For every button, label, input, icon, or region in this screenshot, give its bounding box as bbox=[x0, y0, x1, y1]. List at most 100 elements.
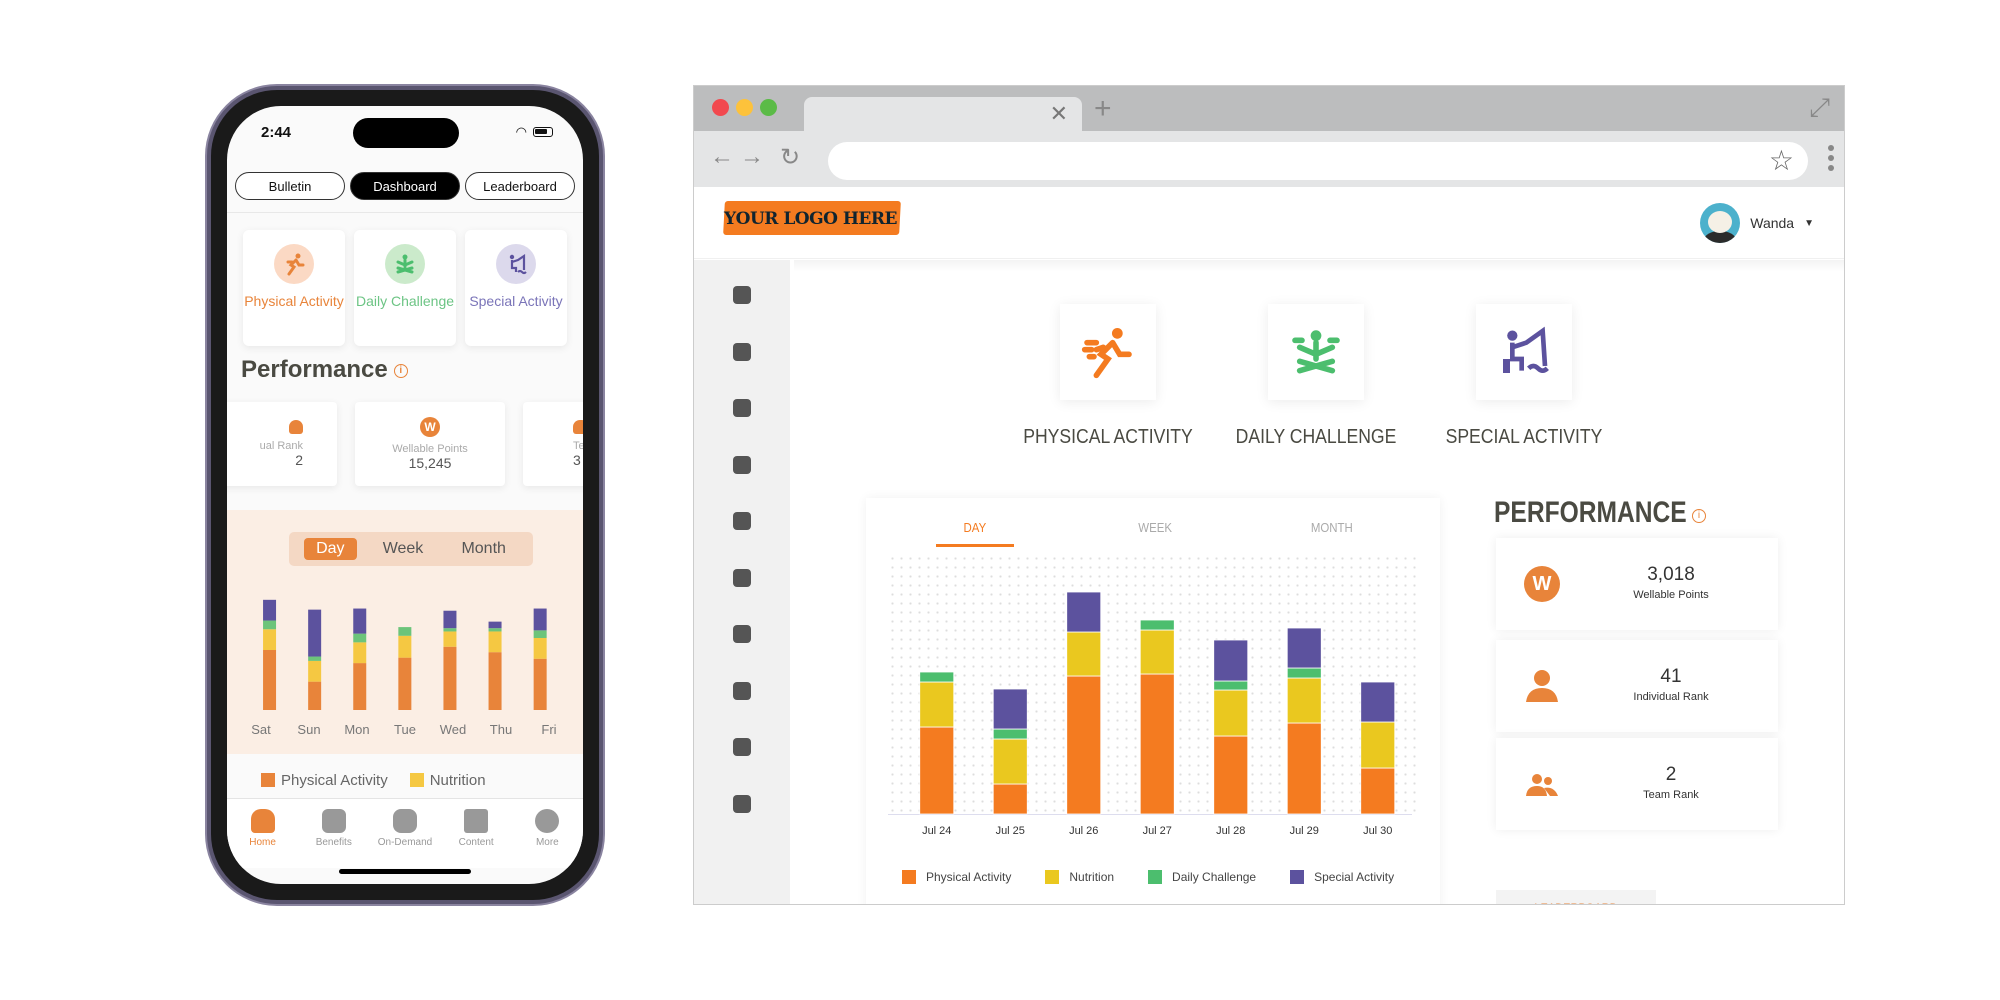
reload-icon[interactable]: ↻ bbox=[780, 143, 800, 172]
legend-swatch bbox=[261, 773, 275, 787]
home-indicator bbox=[339, 869, 471, 874]
browser-menu-icon[interactable] bbox=[1828, 145, 1834, 171]
play-icon[interactable] bbox=[733, 625, 751, 643]
bar-special-activity-jul-26 bbox=[1066, 591, 1102, 633]
fullscreen-icon[interactable]: ⤢ bbox=[1809, 92, 1830, 124]
legend-special-activity: Special Activity bbox=[1290, 870, 1394, 884]
bar-daily-challenge-thu bbox=[488, 628, 502, 632]
tab-on-demand[interactable]: On-Demand bbox=[375, 809, 435, 868]
category-label-daily[interactable]: DAILY CHALLENGE bbox=[1219, 426, 1413, 449]
stats-carousel[interactable]: ual Rank 2 W Wellable Points 15,245 Team… bbox=[227, 402, 583, 486]
address-bar[interactable]: ☆ bbox=[828, 142, 1808, 180]
browser-tab[interactable]: ✕ bbox=[804, 97, 1082, 131]
stat-value: 15,245 bbox=[408, 455, 452, 471]
bar-daily-challenge-sun bbox=[308, 656, 322, 661]
category-card-daily[interactable]: Daily Challenge bbox=[354, 230, 456, 346]
gift-icon[interactable] bbox=[733, 342, 751, 361]
segment-dashboard[interactable]: Dashboard bbox=[350, 172, 460, 200]
stat-card-points: W 3,018 Wellable Points bbox=[1496, 538, 1778, 630]
tab-label: Home bbox=[249, 837, 276, 848]
bar-daily-challenge-jul-28 bbox=[1213, 680, 1249, 691]
gift-icon bbox=[321, 809, 346, 833]
back-icon[interactable]: ← bbox=[710, 143, 734, 171]
toggle-week[interactable]: Week bbox=[371, 538, 436, 560]
fishing-icon bbox=[496, 244, 536, 284]
grid-icon[interactable] bbox=[733, 399, 751, 417]
minimize-window-button[interactable] bbox=[736, 99, 753, 116]
stat-value: 3,018 bbox=[1647, 564, 1695, 585]
stat-value: 2 bbox=[1665, 764, 1677, 785]
avatar bbox=[1700, 203, 1741, 243]
user-icon[interactable] bbox=[733, 568, 751, 587]
close-tab-icon[interactable]: ✕ bbox=[1050, 101, 1068, 127]
bar-chart-icon[interactable] bbox=[733, 455, 751, 474]
bar-daily-challenge-mon bbox=[353, 633, 367, 643]
segment-control: Bulletin Dashboard Leaderboard bbox=[235, 172, 575, 200]
bar-special-activity-mon bbox=[353, 608, 367, 634]
megaphone-icon[interactable] bbox=[733, 286, 751, 304]
x-tick-label: Jul 30 bbox=[1363, 825, 1392, 837]
logo[interactable]: YOUR LOGO HERE bbox=[724, 209, 897, 229]
bar-nutrition-wed bbox=[443, 631, 457, 647]
bar-nutrition-jul-24 bbox=[919, 681, 955, 728]
forward-icon[interactable]: → bbox=[740, 143, 764, 171]
tab-label: More bbox=[535, 837, 559, 848]
tab-content[interactable]: Content bbox=[446, 809, 506, 868]
tab-label: On-Demand bbox=[377, 837, 433, 848]
stat-label: Wellable Points bbox=[392, 443, 468, 455]
close-window-button[interactable] bbox=[712, 99, 729, 116]
legend-label: Daily Challenge bbox=[1172, 870, 1257, 884]
bar-nutrition-tue bbox=[398, 635, 412, 658]
home-icon bbox=[250, 809, 275, 833]
segment-leaderboard[interactable]: Leaderboard bbox=[465, 172, 575, 200]
category-card-special[interactable] bbox=[1476, 304, 1572, 400]
content-list-icon[interactable] bbox=[733, 512, 751, 530]
sidebar bbox=[694, 260, 790, 904]
bar-special-activity-thu bbox=[488, 621, 502, 629]
bookmark-star-icon[interactable]: ☆ bbox=[1769, 144, 1794, 177]
toggle-month[interactable]: Month bbox=[449, 538, 517, 560]
phone-bar-chart bbox=[263, 599, 547, 710]
stat-label: Individual Rank bbox=[1633, 691, 1709, 703]
legend-label: Nutrition bbox=[1069, 870, 1115, 884]
chat-icon[interactable] bbox=[733, 681, 751, 700]
maximize-window-button[interactable] bbox=[760, 99, 777, 116]
bar-nutrition-jul-26 bbox=[1066, 631, 1102, 677]
link-icon[interactable] bbox=[733, 738, 751, 756]
leaderboard-button[interactable]: LEADERBOARD bbox=[1496, 890, 1656, 904]
legend-daily-challenge: Daily Challenge bbox=[1148, 870, 1256, 884]
tab-home[interactable]: Home bbox=[233, 809, 293, 868]
info-icon[interactable]: i bbox=[393, 363, 408, 378]
category-label: Physical Activity bbox=[244, 293, 344, 309]
legend-label: Physical Activity bbox=[926, 870, 1012, 884]
bar-physical-activity-jul-25 bbox=[992, 783, 1028, 815]
info-icon[interactable]: i bbox=[1692, 509, 1706, 523]
bar-nutrition-jul-25 bbox=[992, 738, 1028, 785]
bar-daily-challenge-jul-27 bbox=[1139, 619, 1175, 631]
toggle-day[interactable]: Day bbox=[304, 538, 357, 560]
x-tick-label: Sat bbox=[251, 722, 271, 737]
bar-nutrition-jul-29 bbox=[1286, 677, 1322, 724]
new-tab-icon[interactable]: + bbox=[1094, 92, 1112, 126]
bar-nutrition-fri bbox=[533, 638, 547, 659]
bar-special-activity-jul-25 bbox=[992, 688, 1028, 730]
category-card-physical[interactable]: Physical Activity bbox=[243, 230, 345, 346]
category-label-special[interactable]: SPECIAL ACTIVITY bbox=[1427, 426, 1621, 449]
legend-swatch bbox=[409, 773, 424, 787]
legend-physical: Physical Activity bbox=[902, 870, 1011, 884]
tab-benefits[interactable]: Benefits bbox=[304, 809, 364, 868]
user-menu[interactable]: Wanda ▼ bbox=[1700, 203, 1814, 243]
category-label-physical[interactable]: PHYSICAL ACTIVITY bbox=[1011, 426, 1205, 449]
stat-individual-rank: ual Rank 2 bbox=[227, 402, 337, 486]
category-card-daily[interactable] bbox=[1268, 304, 1364, 400]
category-card-physical[interactable] bbox=[1060, 304, 1156, 400]
segment-bulletin[interactable]: Bulletin bbox=[235, 172, 345, 200]
browser-tab-bar: ✕ + ⤢ bbox=[694, 86, 1844, 131]
x-tick-label: Mon bbox=[344, 722, 370, 737]
tab-more[interactable]: More bbox=[517, 809, 577, 868]
category-card-special[interactable]: Special Activity bbox=[465, 230, 567, 346]
x-tick-label: Jul 26 bbox=[1069, 825, 1098, 837]
watch-icon[interactable] bbox=[733, 794, 751, 813]
bar-physical-activity-tue bbox=[398, 657, 412, 710]
meditation-icon bbox=[385, 244, 425, 284]
